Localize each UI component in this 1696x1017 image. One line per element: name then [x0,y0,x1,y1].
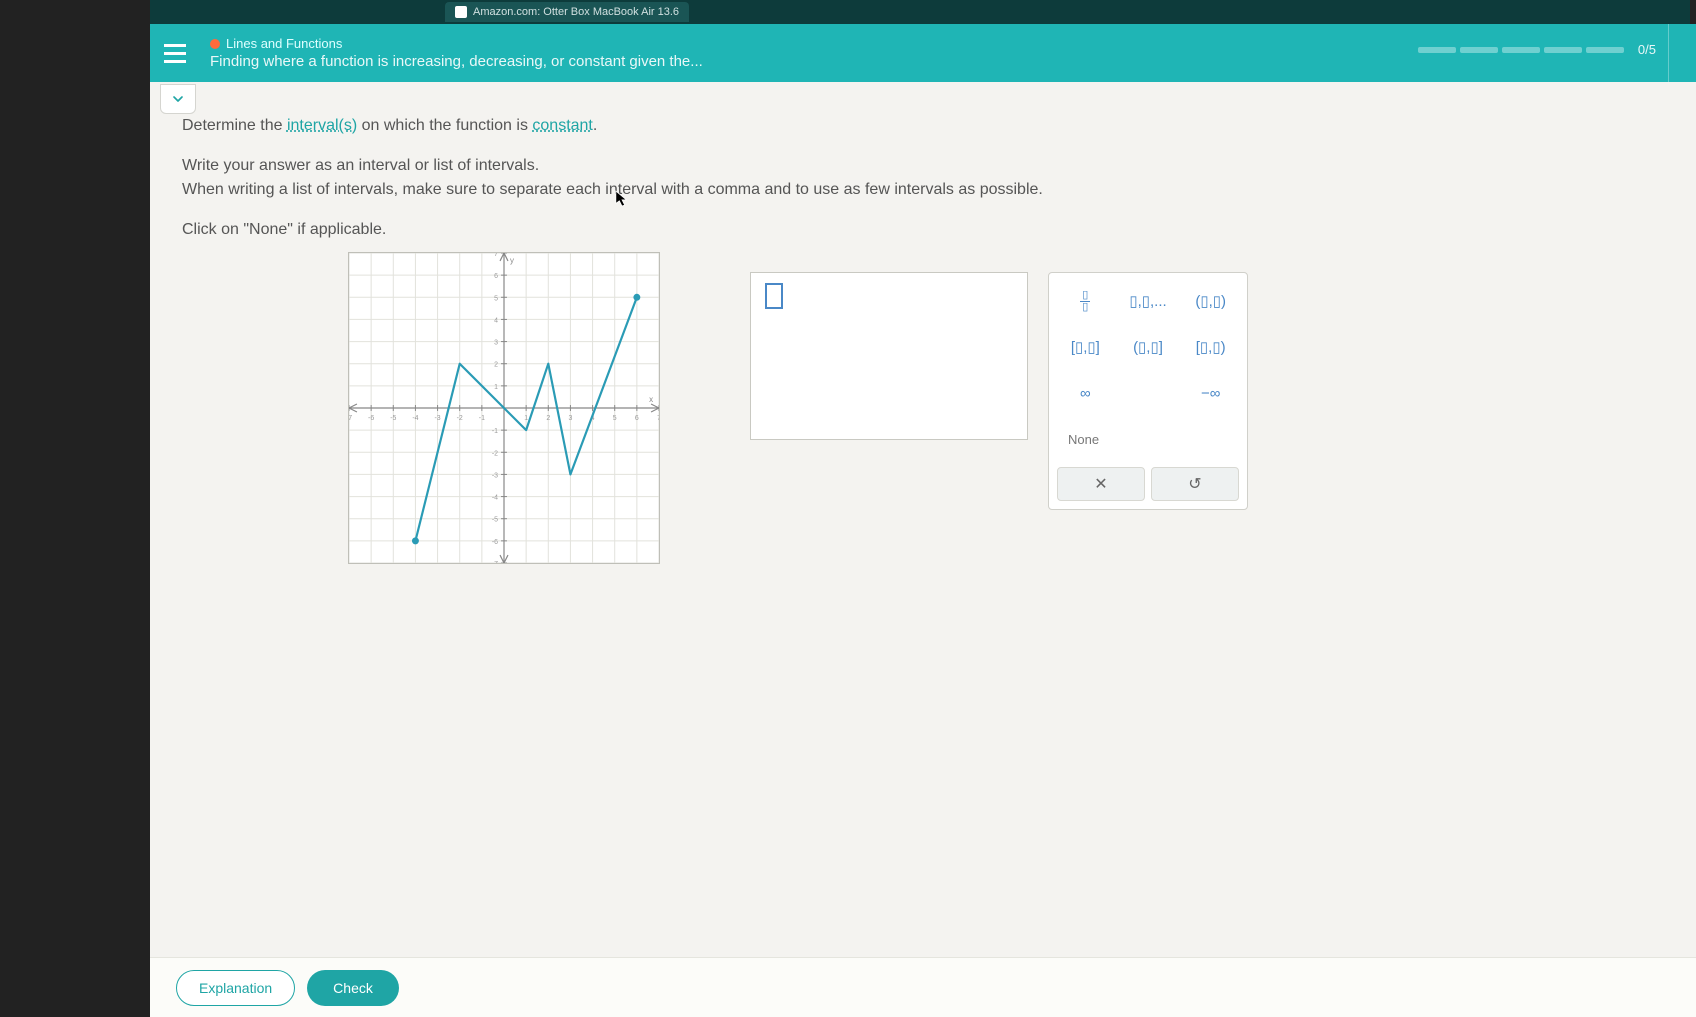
svg-text:3: 3 [494,340,498,347]
svg-text:-4: -4 [412,415,418,422]
math-palette: ▯▯ ▯,▯,... (▯,▯) [▯,▯] (▯,▯] [▯,▯) ∞ −∞ … [1048,272,1248,510]
content-area: Determine the interval(s) on which the f… [150,82,1696,1017]
svg-text:1: 1 [524,415,528,422]
svg-text:1: 1 [494,384,498,391]
interval-link[interactable]: interval(s) [287,117,357,134]
explanation-button[interactable]: Explanation [176,970,295,1006]
browser-tab-bar: Amazon.com: Otter Box MacBook Air 13.6 [150,0,1690,24]
topic-line: Lines and Functions [210,36,703,51]
constant-link[interactable]: constant [532,117,592,134]
open-open-interval-button[interactable]: (▯,▯) [1182,281,1239,321]
amazon-favicon-icon [455,6,467,18]
svg-text:-3: -3 [434,415,440,422]
chevron-down-icon [170,91,186,107]
neg-infinity-button[interactable]: −∞ [1182,373,1239,413]
svg-text:-6: -6 [492,539,498,546]
open-closed-interval-button[interactable]: (▯,▯] [1120,327,1177,367]
fraction-button[interactable]: ▯▯ [1057,281,1114,321]
svg-text:2: 2 [546,415,550,422]
svg-text:-7: -7 [492,561,498,563]
list-button[interactable]: ▯,▯,... [1120,281,1177,321]
none-button[interactable]: None [1057,419,1239,459]
function-graph: -7-6-5-4-3-2-11234567-7-6-5-4-3-2-112345… [348,252,660,564]
svg-text:-5: -5 [492,517,498,524]
answer-input[interactable] [750,272,1028,440]
svg-text:-1: -1 [479,415,485,422]
svg-text:6: 6 [494,273,498,280]
clear-button[interactable]: ✕ [1057,467,1145,501]
header-right-button[interactable] [1668,24,1696,82]
closed-closed-interval-button[interactable]: [▯,▯] [1057,327,1114,367]
svg-text:7: 7 [657,415,659,422]
svg-text:-3: -3 [492,472,498,479]
svg-text:-1: -1 [492,428,498,435]
browser-tab[interactable]: Amazon.com: Otter Box MacBook Air 13.6 [445,2,689,22]
svg-text:5: 5 [494,295,498,302]
svg-text:2: 2 [494,362,498,369]
svg-text:-7: -7 [349,415,352,422]
svg-text:6: 6 [635,415,639,422]
svg-text:-2: -2 [492,450,498,457]
progress-bar [1418,47,1624,53]
browser-tab-title: Amazon.com: Otter Box MacBook Air 13.6 [473,6,679,18]
svg-text:y: y [510,256,514,265]
svg-text:-5: -5 [390,415,396,422]
collapse-button[interactable] [160,84,196,114]
menu-icon[interactable] [164,39,192,67]
topic-label: Lines and Functions [226,36,342,51]
input-cursor-icon [765,283,783,309]
undo-button[interactable]: ↺ [1151,467,1239,501]
score-label: 0/5 [1638,42,1656,57]
progress-area: 0/5 [1418,42,1656,57]
question-text: Determine the interval(s) on which the f… [182,114,1382,258]
page-title: Finding where a function is increasing, … [210,53,703,70]
bottom-bar: Explanation Check [150,957,1696,1017]
svg-text:7: 7 [494,253,498,258]
infinity-button[interactable]: ∞ [1057,373,1114,413]
check-button[interactable]: Check [307,970,399,1006]
svg-text:-6: -6 [368,415,374,422]
svg-text:5: 5 [613,415,617,422]
svg-text:-2: -2 [457,415,463,422]
svg-text:3: 3 [568,415,572,422]
app-header: Lines and Functions Finding where a func… [150,24,1696,82]
svg-text:x: x [649,395,653,404]
status-dot-icon [210,39,220,49]
closed-open-interval-button[interactable]: [▯,▯) [1182,327,1239,367]
svg-text:4: 4 [494,317,498,324]
svg-text:-4: -4 [492,495,498,502]
